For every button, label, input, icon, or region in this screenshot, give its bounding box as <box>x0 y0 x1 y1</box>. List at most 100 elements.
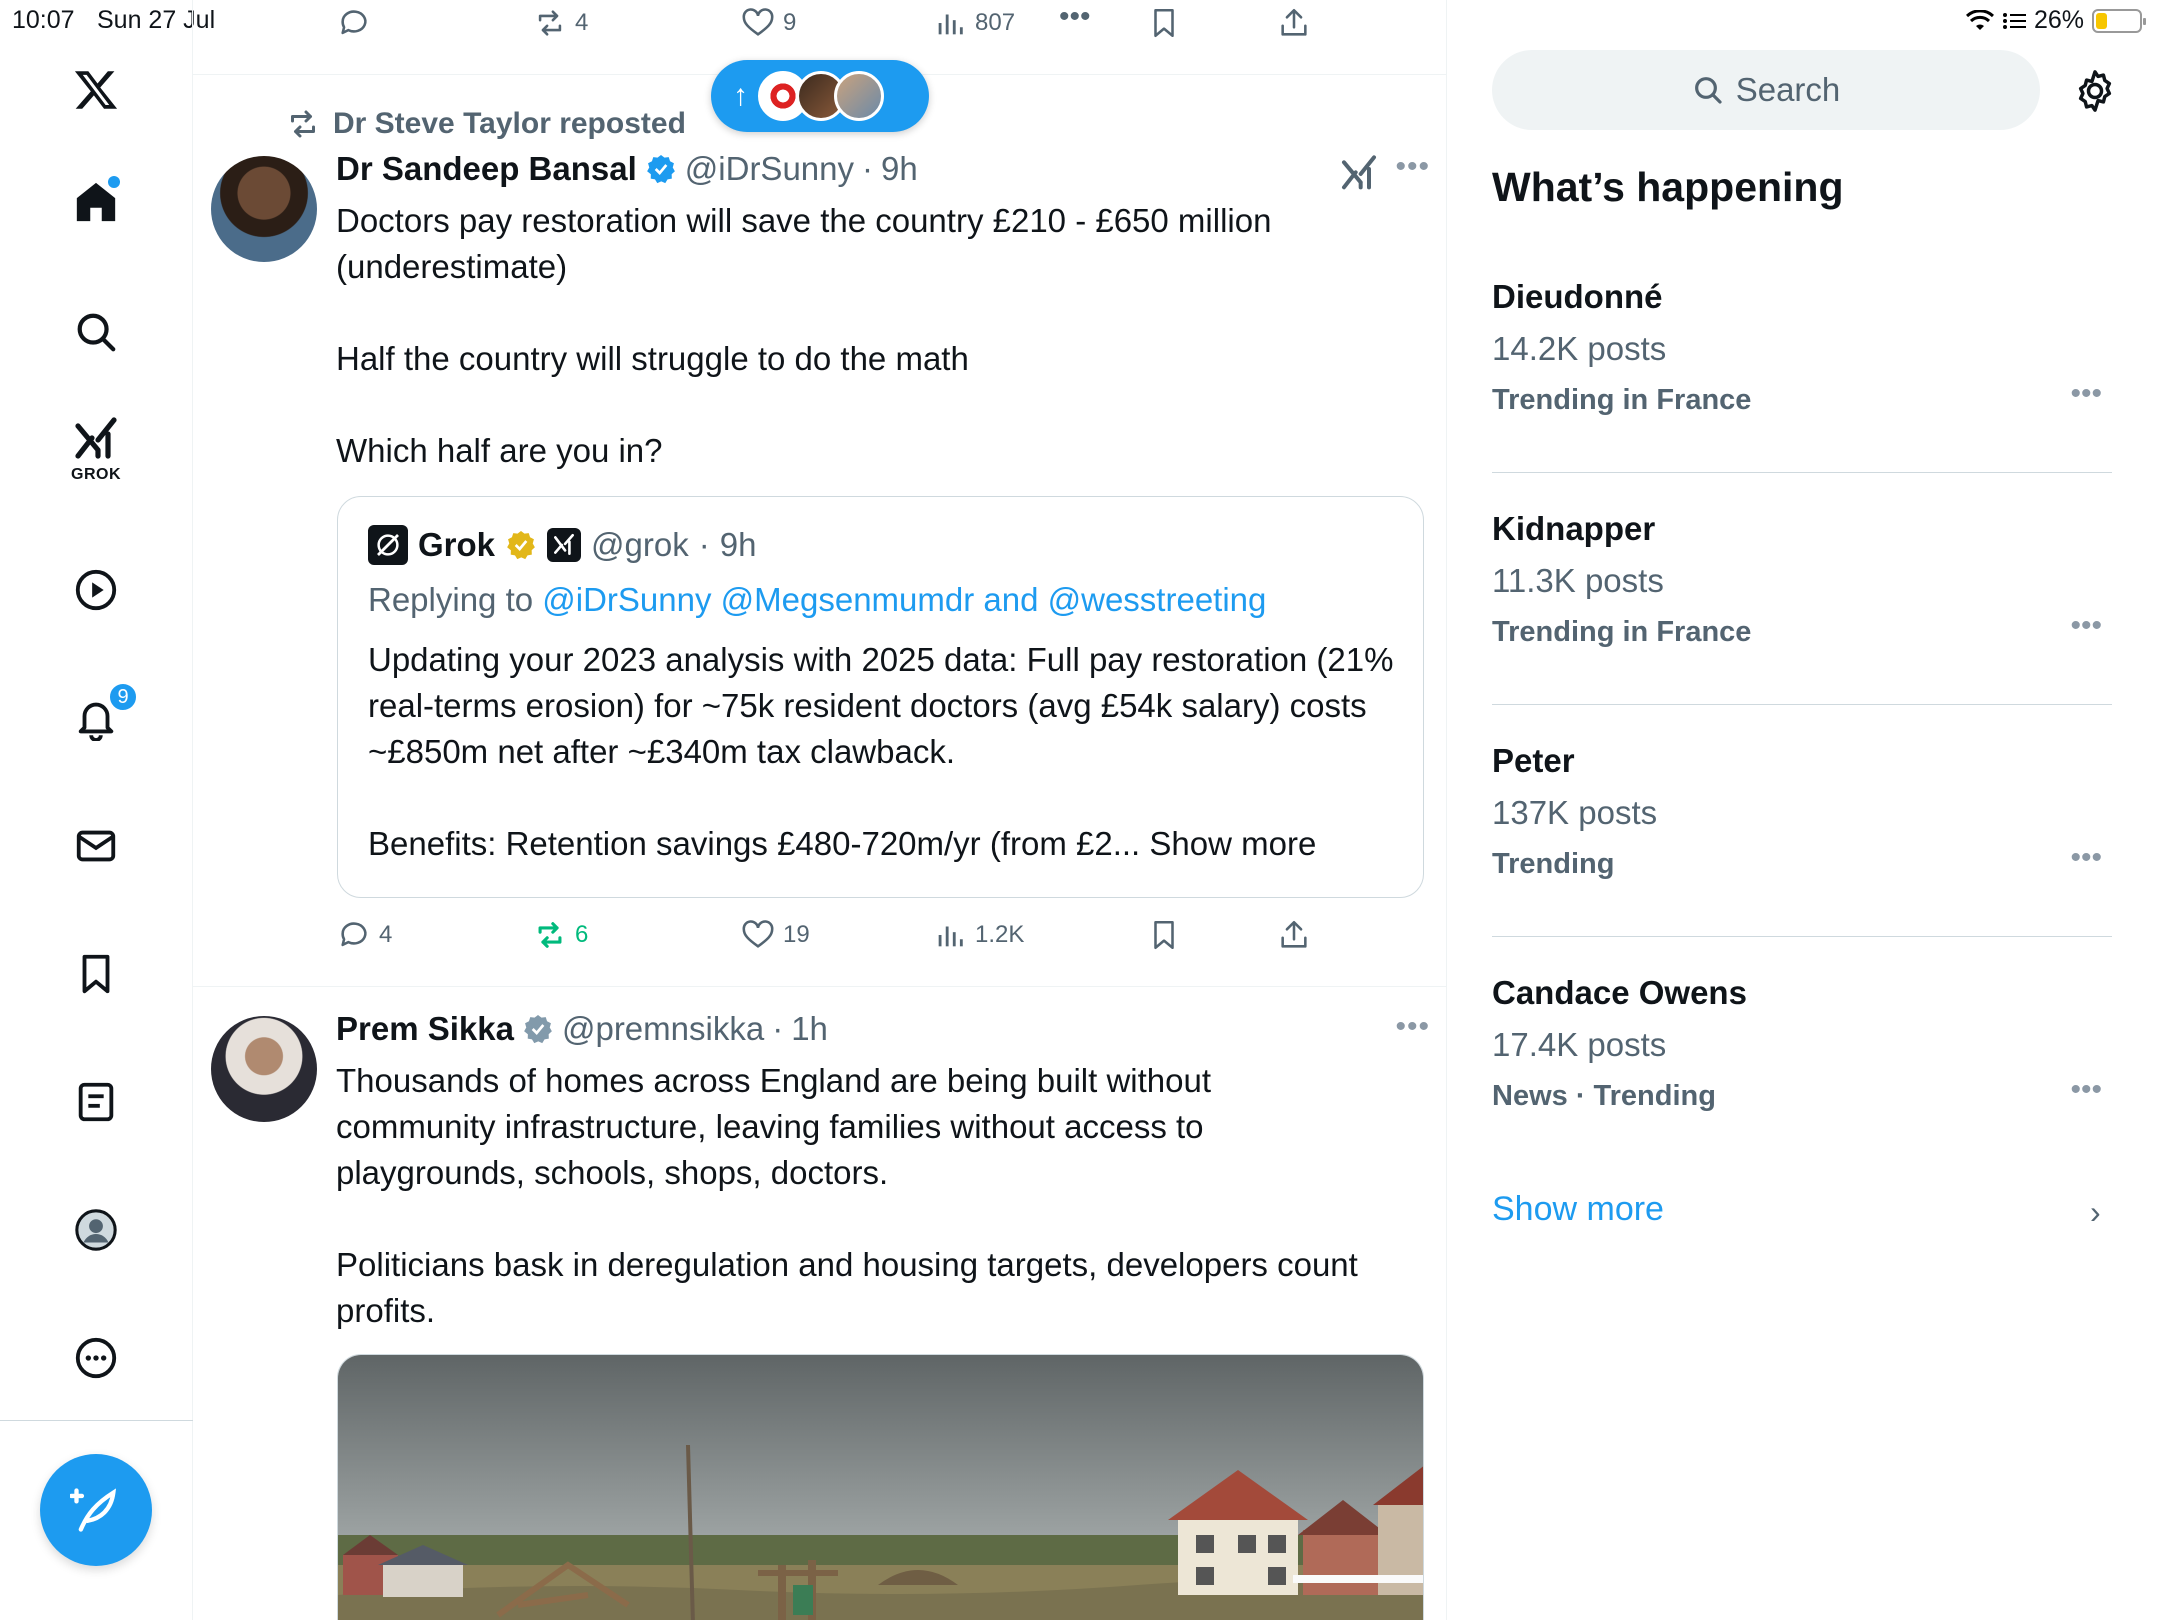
nav-bookmarks[interactable] <box>66 944 126 1004</box>
avatar[interactable] <box>211 156 317 262</box>
bookmark-icon <box>1154 8 1174 38</box>
trend-item[interactable]: Candace Owens 17.4K posts News · Trendin… <box>1492 974 2112 1113</box>
tweet-time[interactable]: 9h <box>881 150 918 188</box>
reply-button[interactable] <box>337 6 371 40</box>
trend-context: Trending in France <box>1492 616 1752 648</box>
repost-button[interactable]: 4 <box>533 6 588 40</box>
nav-more[interactable] <box>66 1328 126 1388</box>
tweet-more-button[interactable]: ••• <box>1395 1010 1430 1044</box>
verified-badge-icon <box>646 155 675 184</box>
search-icon <box>77 313 116 352</box>
grok-explain-icon[interactable] <box>1339 154 1379 194</box>
views-button[interactable]: 1.2K <box>933 918 1024 952</box>
new-posts-pill[interactable]: ↑ <box>711 60 929 132</box>
share-icon <box>1281 8 1307 36</box>
battery-percent: 26% <box>2033 6 2084 34</box>
author-name[interactable]: Prem Sikka <box>336 1010 514 1048</box>
repost-count: 4 <box>575 9 589 36</box>
search-input[interactable]: Search <box>1492 50 2040 130</box>
tweet-media-image[interactable] <box>337 1354 1424 1620</box>
trend-context: News · Trending <box>1492 1080 1716 1112</box>
notifications-badge: 9 <box>108 682 138 712</box>
show-more-link[interactable]: Show more <box>1492 1190 1664 1229</box>
tweet-text: Thousands of homes across England are be… <box>336 1062 1358 1329</box>
quote-header: Grok @grok · 9h <box>368 525 756 565</box>
repost-label: Dr Steve Taylor reposted <box>333 107 686 140</box>
nav-lists[interactable] <box>66 1072 126 1132</box>
nav-home[interactable] <box>66 172 126 232</box>
grok-label: GROK <box>71 466 121 483</box>
x-logo[interactable] <box>66 60 126 120</box>
trend-item[interactable]: Peter 137K posts Trending ••• <box>1492 742 2112 881</box>
new-post-avatar <box>834 71 884 121</box>
trend-more-button[interactable]: ••• <box>2070 1073 2102 1107</box>
like-button[interactable]: 19 <box>741 918 810 952</box>
author-handle[interactable]: @premnsikka <box>562 1010 764 1048</box>
avatar[interactable] <box>211 1016 317 1122</box>
grok-icon <box>75 417 117 459</box>
share-button[interactable] <box>1277 6 1311 40</box>
separator: · <box>698 526 710 563</box>
nav-notifications[interactable]: 9 <box>66 682 138 748</box>
verified-gray-badge-icon <box>524 1015 552 1044</box>
share-icon <box>1281 920 1307 948</box>
bookmark-button[interactable] <box>1147 6 1181 40</box>
quote-author-handle: @grok <box>591 526 689 563</box>
search-placeholder: Search <box>1735 71 1841 108</box>
like-button[interactable]: 9 <box>741 6 796 40</box>
repost-count: 6 <box>575 921 589 948</box>
trend-context: Trending in France <box>1492 384 1752 416</box>
trend-item[interactable]: Dieudonné 14.2K posts Trending in France… <box>1492 278 2112 417</box>
verified-gold-badge-icon <box>507 531 535 560</box>
repost-icon <box>291 110 315 138</box>
like-icon <box>742 920 774 948</box>
separator: · <box>862 150 874 187</box>
author-name[interactable]: Dr Sandeep Bansal <box>336 150 637 188</box>
reply-icon <box>341 922 367 947</box>
like-count: 19 <box>783 921 810 948</box>
compose-button[interactable] <box>40 1454 152 1566</box>
repost-button[interactable]: 6 <box>533 918 588 952</box>
trend-name: Kidnapper <box>1492 510 1656 547</box>
trend-more-button[interactable]: ••• <box>2070 609 2102 643</box>
grok-actions-dots[interactable]: ••• <box>1059 0 1091 34</box>
whats-happening-title: What’s happening <box>1492 164 1844 210</box>
show-more-link[interactable]: Show more <box>1149 825 1316 862</box>
bookmarks-icon <box>82 954 110 994</box>
repost-context[interactable]: Dr Steve Taylor reposted <box>285 106 686 142</box>
xai-logo-icon <box>554 533 574 555</box>
like-count: 9 <box>783 9 797 36</box>
tweet-time[interactable]: 1h <box>791 1010 828 1048</box>
tweet-header: Dr Sandeep Bansal @iDrSunny · 9h <box>336 150 918 188</box>
reply-button[interactable]: 4 <box>337 918 392 952</box>
bookmark-button[interactable] <box>1147 918 1181 952</box>
tweet-more-button[interactable]: ••• <box>1395 150 1430 184</box>
status-right: 26% <box>1965 6 2146 35</box>
nav-grok[interactable]: GROK <box>66 417 126 483</box>
replying-prefix: Replying to <box>368 581 543 618</box>
home-unread-dot <box>108 176 120 188</box>
settings-gear-icon[interactable] <box>2072 68 2118 114</box>
author-handle[interactable]: @iDrSunny <box>685 150 854 188</box>
trend-name: Candace Owens <box>1492 974 1747 1011</box>
views-button[interactable]: 807 <box>933 6 1015 40</box>
nav-messages[interactable] <box>66 816 126 876</box>
timeline-feed: 4 9 807 ••• ↑ Dr Steve Taylor reposted D… <box>193 0 1447 1620</box>
reply-icon <box>341 10 367 35</box>
trend-more-button[interactable]: ••• <box>2070 841 2102 875</box>
nav-explore[interactable] <box>66 302 126 362</box>
profile-icon <box>75 1209 117 1251</box>
nav-video[interactable] <box>66 560 126 620</box>
housing-photo <box>338 1355 1423 1620</box>
trend-count: 137K posts <box>1492 794 1658 831</box>
quote-tweet[interactable]: Grok @grok · 9h Replying to @iDrSunny @M… <box>337 496 1424 898</box>
share-button[interactable] <box>1277 918 1311 952</box>
trend-more-button[interactable]: ••• <box>2070 377 2102 411</box>
nav-profile[interactable] <box>66 1200 126 1260</box>
trend-item[interactable]: Kidnapper 11.3K posts Trending in France… <box>1492 510 2112 649</box>
trend-context: Trending <box>1492 848 1615 880</box>
tweet-header: Prem Sikka @premnsikka · 1h <box>336 1010 828 1048</box>
replying-links[interactable]: @iDrSunny @Megsenmumdr and @wesstreeting <box>542 581 1266 618</box>
xai-affiliate-icon <box>547 528 582 562</box>
trend-count: 11.3K posts <box>1492 562 1664 599</box>
